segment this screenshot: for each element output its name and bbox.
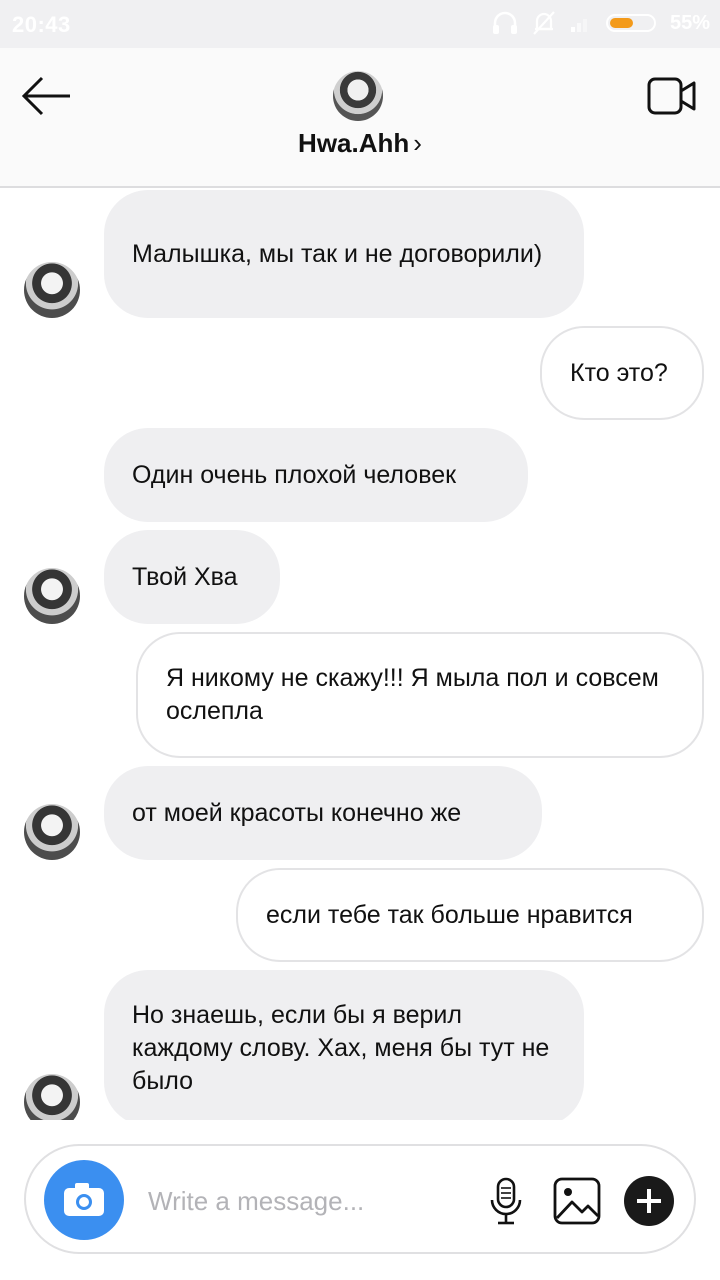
battery-level — [609, 18, 633, 28]
chevron-right-icon: › — [413, 128, 422, 158]
message-composer — [24, 1144, 696, 1254]
status-time: 20:43 — [12, 12, 71, 37]
message-outgoing[interactable]: Кто это? — [540, 326, 704, 420]
battery-percent: 55% — [669, 11, 710, 34]
contact-avatar[interactable] — [333, 71, 383, 121]
message-outgoing[interactable]: Я никому не скажу!!! Я мыла пол и совсем… — [136, 632, 704, 758]
mute-bell-icon — [533, 11, 555, 35]
video-camera-icon — [647, 77, 696, 115]
camera-button[interactable] — [44, 1160, 124, 1240]
message-incoming[interactable]: Твой Хва — [104, 530, 280, 624]
gallery-button[interactable] — [552, 1176, 602, 1226]
sender-avatar[interactable] — [24, 568, 80, 624]
contact-name[interactable]: Hwa.Ahh › — [0, 128, 720, 159]
image-icon — [553, 1177, 601, 1225]
sender-avatar[interactable] — [24, 262, 80, 318]
video-call-button[interactable] — [646, 74, 698, 118]
headphones-icon — [492, 11, 517, 34]
sender-avatar[interactable] — [24, 804, 80, 860]
message-input[interactable] — [146, 1174, 480, 1228]
sender-avatar[interactable] — [24, 1074, 80, 1120]
status-bar: 20:43 55% — [0, 0, 720, 48]
message-incoming[interactable]: Но знаешь, если бы я верил каждому слову… — [104, 970, 584, 1120]
message-outgoing[interactable]: если тебе так больше нравится — [236, 868, 704, 962]
arrow-left-icon — [21, 76, 70, 116]
message-incoming[interactable]: от моей красоты конечно же — [104, 766, 542, 860]
signal-icon — [570, 19, 587, 32]
contact-name-label: Hwa.Ahh — [298, 128, 410, 158]
voice-message-button[interactable] — [486, 1176, 526, 1228]
camera-icon — [64, 1183, 104, 1216]
battery-icon — [605, 14, 656, 32]
message-incoming[interactable]: Малышка, мы так и не договорили) — [104, 190, 584, 318]
microphone-icon — [490, 1177, 522, 1225]
more-button[interactable] — [624, 1176, 674, 1226]
back-button[interactable] — [20, 74, 76, 118]
plus-icon — [637, 1189, 661, 1213]
message-thread[interactable]: Малышка, мы так и не договорили) Кто это… — [0, 188, 720, 1120]
chat-header: Hwa.Ahh › — [0, 48, 720, 188]
status-icons: 55% — [492, 10, 710, 36]
message-incoming[interactable]: Один очень плохой человек — [104, 428, 528, 522]
